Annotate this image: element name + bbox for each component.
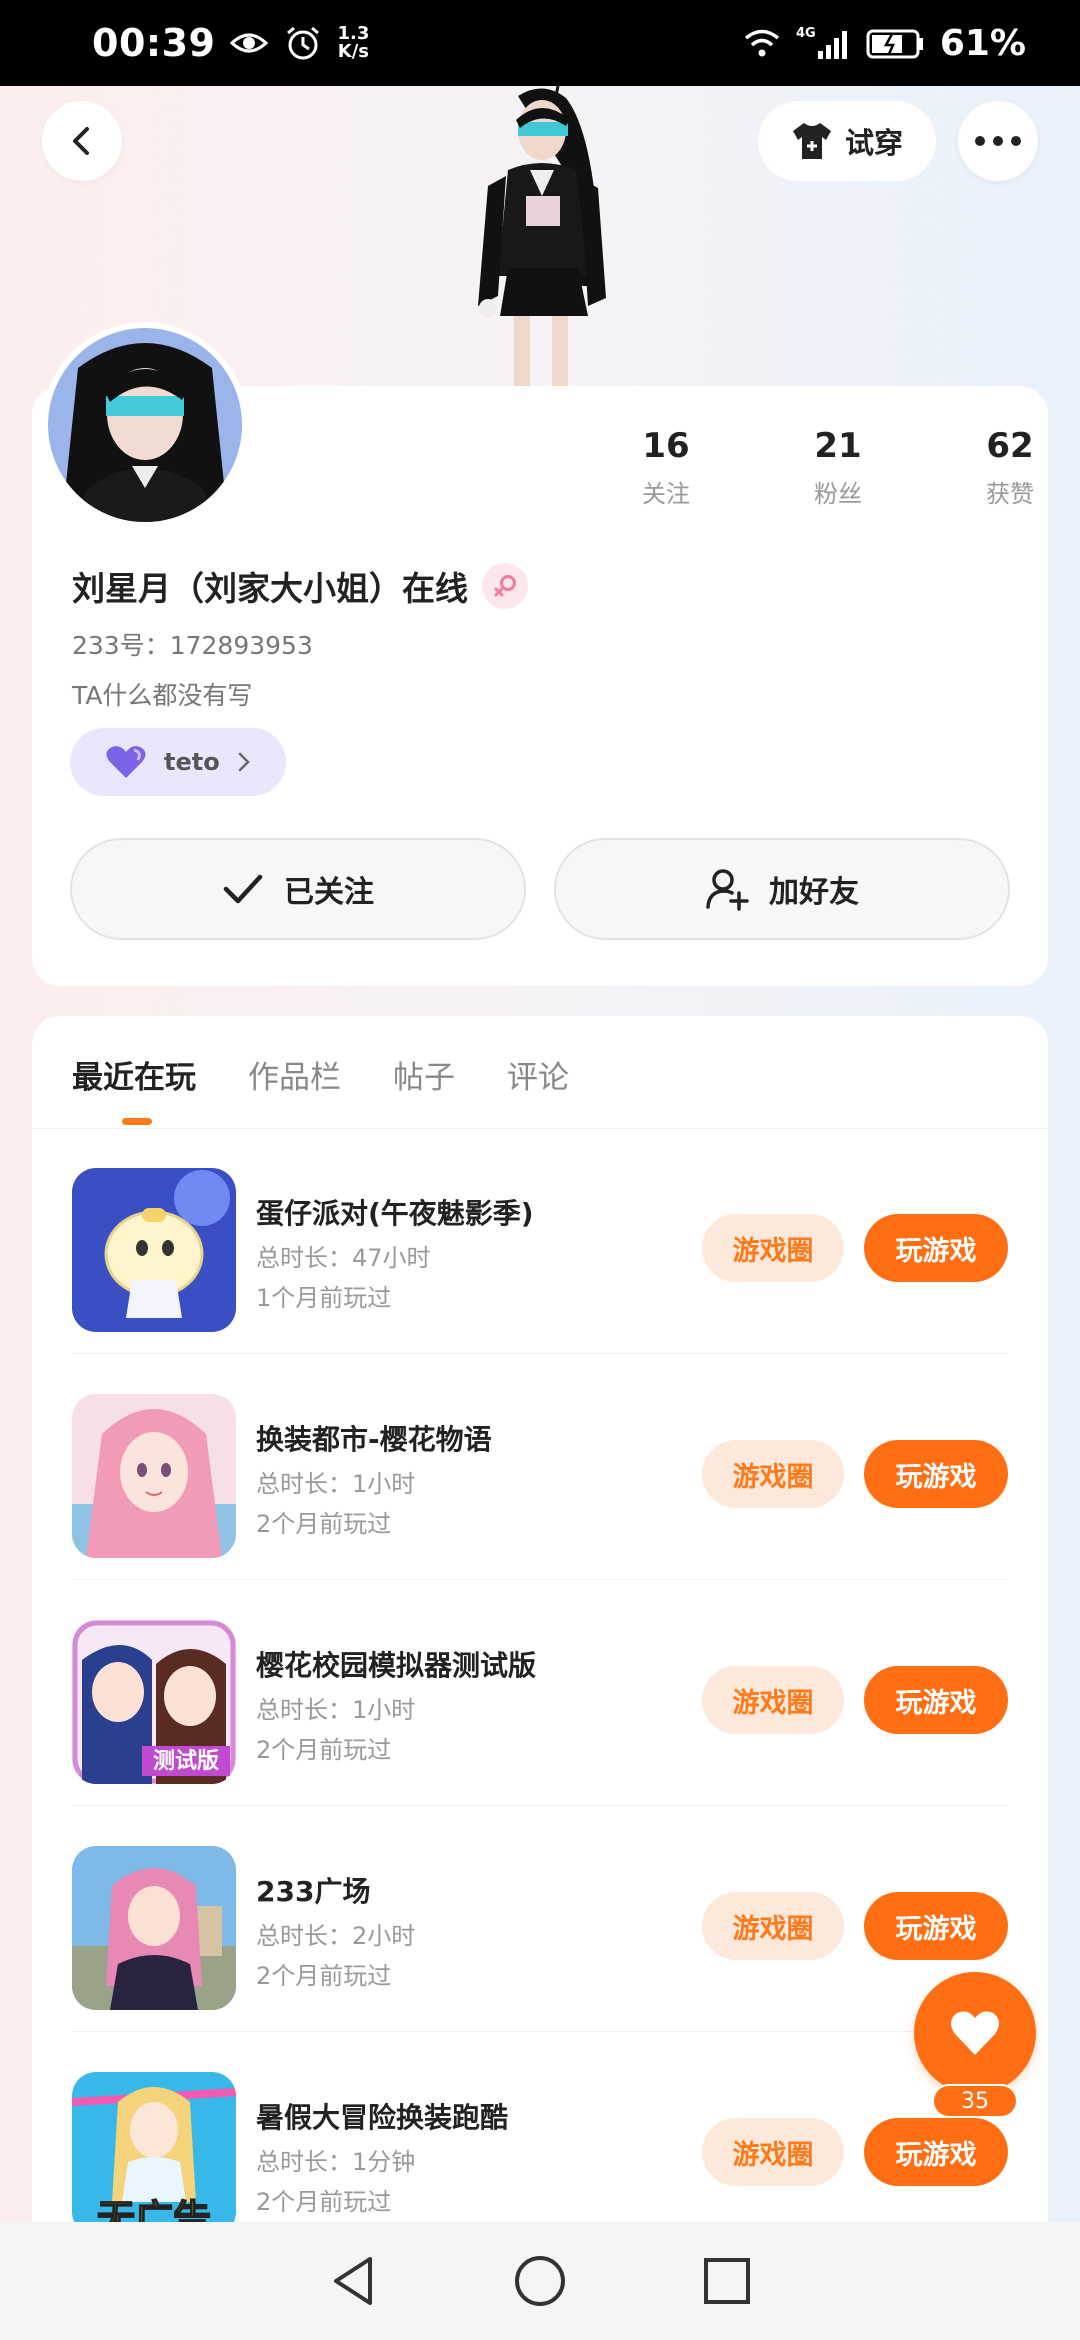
avatar[interactable] [42, 322, 248, 528]
game-duration: 总时长：1小时 [256, 1470, 416, 1498]
game-circle-button[interactable]: 游戏圈 [702, 1892, 844, 1960]
game-title: 暑假大冒险换装跑酷 [256, 2101, 509, 2134]
play-game-button[interactable]: 玩游戏 [864, 1892, 1008, 1960]
tab-indicator [122, 1118, 152, 1125]
tab-recent-play[interactable]: 最近在玩 [72, 1052, 196, 1097]
profile-tabs: 最近在玩 作品栏 帖子 评论 [72, 1052, 569, 1097]
tag-label: teto [164, 748, 220, 776]
game-icon-eggy-party[interactable] [72, 1168, 236, 1332]
game-circle-button[interactable]: 游戏圈 [702, 2118, 844, 2186]
system-nav-bar [0, 2222, 1080, 2340]
try-on-button[interactable]: 试穿 [758, 101, 936, 181]
like-button[interactable] [914, 1972, 1036, 2094]
like-count: 35 [932, 2084, 1018, 2118]
follow-label: 已关注 [284, 875, 374, 910]
tab-comments[interactable]: 评论 [507, 1052, 569, 1097]
chevron-right-icon [238, 752, 250, 772]
list-item[interactable]: 换装都市-樱花物语 总时长：1小时 2个月前玩过 游戏圈 玩游戏 [32, 1354, 1048, 1580]
test-version-badge: 测试版 [153, 1749, 219, 1774]
game-duration: 总时长：1小时 [256, 1696, 416, 1724]
square-recents-icon [703, 2258, 750, 2304]
play-game-button[interactable]: 玩游戏 [864, 2118, 1008, 2186]
network-speed: 1.3 K/s [337, 25, 369, 61]
stat-following[interactable]: 16 关注 [580, 426, 752, 509]
eye-icon [230, 33, 269, 53]
status-time: 00:39 [92, 21, 216, 65]
female-icon [482, 563, 528, 609]
game-icon-summer-parkour[interactable]: 无广告 [72, 2072, 236, 2236]
play-game-button[interactable]: 玩游戏 [864, 1440, 1008, 1508]
stat-fans-label: 粉丝 [814, 480, 862, 508]
battery-icon [866, 29, 923, 59]
game-last-played: 2个月前玩过 [256, 1962, 392, 1990]
speed-unit: K/s [337, 41, 370, 62]
alarm-icon [287, 26, 320, 60]
game-last-played: 2个月前玩过 [256, 1510, 392, 1538]
check-icon [223, 874, 263, 904]
game-title: 换装都市-樱花物语 [256, 1423, 492, 1456]
game-last-played: 2个月前玩过 [256, 2188, 392, 2216]
chevron-left-icon [73, 127, 89, 155]
game-icon-sakura-school[interactable]: 测试版 [72, 1620, 236, 1784]
user-name: 刘星月（刘家大小姐）在线 [72, 569, 468, 608]
game-duration: 总时长：1分钟 [256, 2148, 416, 2176]
avatar-image [48, 328, 242, 522]
game-list: 蛋仔派对(午夜魅影季) 总时长：47小时 1个月前玩过 游戏圈 玩游戏 换装都市… [32, 1128, 1048, 2258]
signal-icon: 4G [796, 26, 847, 59]
triangle-back-icon [334, 2257, 373, 2305]
nav-home-button[interactable] [510, 2251, 570, 2311]
name-row: 刘星月（刘家大小姐）在线 [72, 562, 528, 610]
recent-games-card: 最近在玩 作品栏 帖子 评论 蛋仔派对(午夜魅影季) 总时长：47小时 1个月前… [32, 1016, 1048, 2340]
add-friend-button[interactable]: 加好友 [554, 838, 1010, 940]
play-game-button[interactable]: 玩游戏 [864, 1666, 1008, 1734]
game-title: 233广场 [256, 1875, 371, 1908]
user-id: 233号：172893953 [72, 631, 313, 660]
circle-home-icon [514, 2256, 565, 2306]
game-icon-dressup-city[interactable] [72, 1394, 236, 1558]
stat-following-value: 16 [642, 426, 690, 466]
profile-stats: 16 关注 21 粉丝 62 获赞 [580, 426, 1080, 509]
avatar-3d-figure [478, 86, 606, 386]
game-last-played: 2个月前玩过 [256, 1736, 392, 1764]
stat-likes-value: 62 [986, 426, 1034, 466]
tab-posts[interactable]: 帖子 [393, 1052, 455, 1097]
tab-works[interactable]: 作品栏 [248, 1052, 341, 1097]
stat-likes[interactable]: 62 获赞 [924, 426, 1080, 509]
stat-following-label: 关注 [642, 480, 690, 508]
wifi-icon [744, 29, 779, 57]
game-title: 蛋仔派对(午夜魅影季) [256, 1197, 534, 1230]
stat-fans-value: 21 [814, 426, 862, 466]
game-duration: 总时长：47小时 [256, 1244, 431, 1272]
list-item[interactable]: 蛋仔派对(午夜魅影季) 总时长：47小时 1个月前玩过 游戏圈 玩游戏 [32, 1128, 1048, 1354]
add-friend-label: 加好友 [769, 875, 859, 910]
status-bar: 00:39 1.3 K/s 4G 61% [0, 0, 1080, 86]
play-game-button[interactable]: 玩游戏 [864, 1214, 1008, 1282]
follow-button[interactable]: 已关注 [70, 838, 526, 940]
game-title: 樱花校园模拟器测试版 [256, 1649, 537, 1682]
back-button[interactable] [42, 101, 122, 181]
try-on-label: 试穿 [844, 126, 903, 160]
svg-text:4G: 4G [796, 26, 816, 41]
tshirt-icon [792, 123, 831, 159]
battery-percent: 61% [939, 22, 1026, 64]
game-icon-233-plaza[interactable] [72, 1846, 236, 2010]
tag-pill[interactable]: teto [70, 728, 286, 796]
user-bio: TA什么都没有写 [72, 681, 253, 710]
more-dots-icon [975, 136, 1021, 146]
list-item[interactable]: 测试版 樱花校园模拟器测试版 总时长：1小时 2个月前玩过 游戏圈 玩游戏 [32, 1580, 1048, 1806]
stat-fans[interactable]: 21 粉丝 [752, 426, 924, 509]
game-circle-button[interactable]: 游戏圈 [702, 1214, 844, 1282]
game-circle-button[interactable]: 游戏圈 [702, 1440, 844, 1508]
game-circle-button[interactable]: 游戏圈 [702, 1666, 844, 1734]
heart-icon [106, 746, 146, 778]
add-user-icon [706, 869, 749, 911]
game-last-played: 1个月前玩过 [256, 1284, 392, 1312]
game-duration: 总时长：2小时 [256, 1922, 416, 1950]
nav-back-button[interactable] [323, 2251, 383, 2311]
nav-recents-button[interactable] [697, 2251, 757, 2311]
more-button[interactable] [958, 101, 1038, 181]
stat-likes-label: 获赞 [986, 480, 1034, 508]
heart-icon [950, 2011, 1000, 2055]
list-item[interactable]: 233广场 总时长：2小时 2个月前玩过 游戏圈 玩游戏 [32, 1806, 1048, 2032]
